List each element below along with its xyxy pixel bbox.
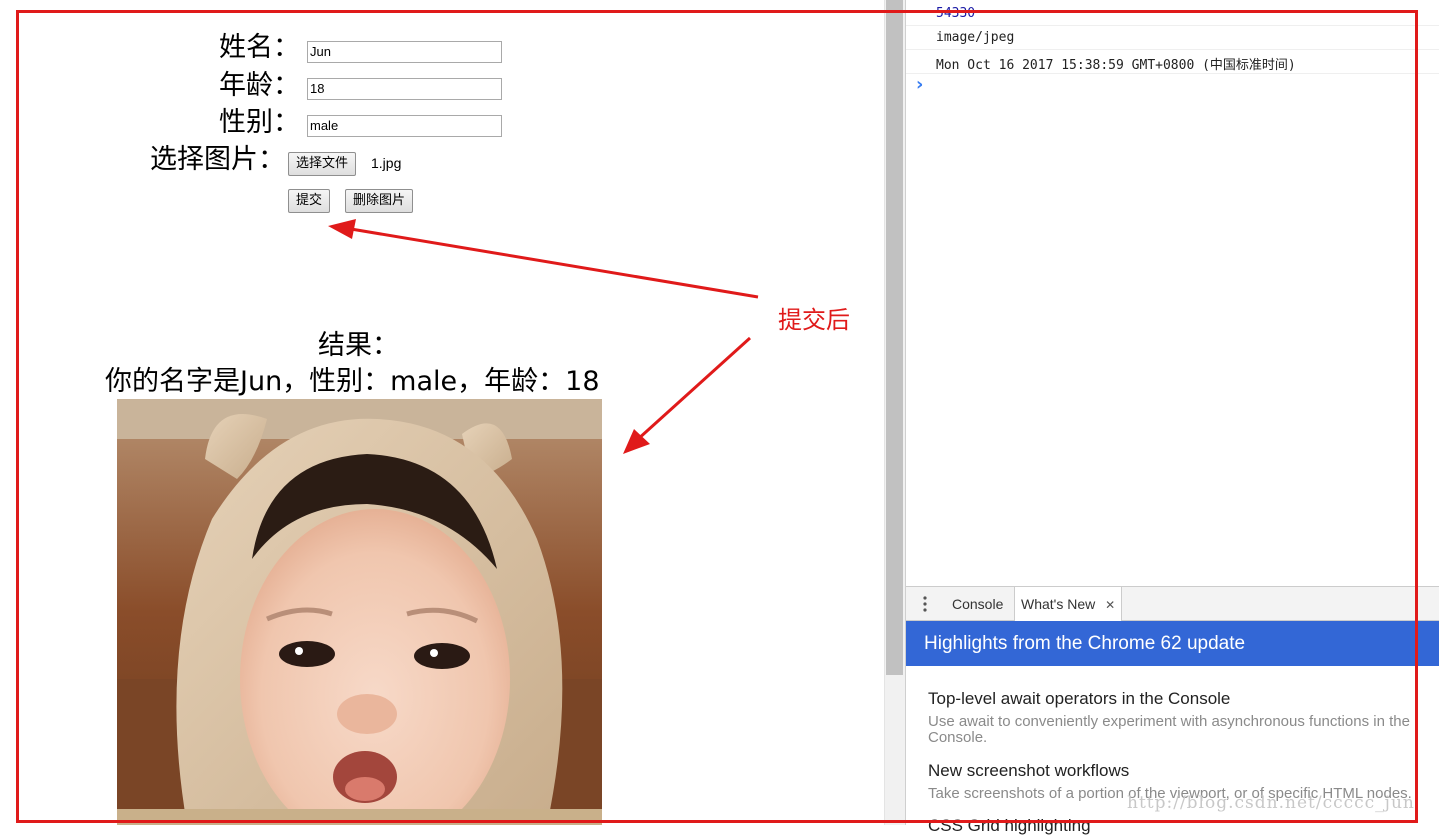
watermark-text: http://blog.csdn.net/ccccc_jun <box>1127 793 1415 813</box>
devtools-panel: 54330 image/jpeg Mon Oct 16 2017 15:38:5… <box>905 0 1439 835</box>
web-page: 姓名： Jun 年龄： 18 性别： male 选择图片： 选择文件 1.jpg… <box>0 0 884 825</box>
gender-label: 性别： <box>219 107 300 138</box>
tab-console[interactable]: Console <box>946 587 1009 621</box>
console-log-line: Mon Oct 16 2017 15:38:59 GMT+0800 (中国标准时… <box>936 58 1296 73</box>
tab-whats-new-label: What's New <box>1021 596 1096 612</box>
drawer-tabbar: Console What's New ✕ <box>906 586 1439 621</box>
file-name: 1.jpg <box>371 155 402 171</box>
log-separator <box>906 73 1439 74</box>
result-title: 结果： <box>318 330 399 361</box>
close-icon[interactable]: ✕ <box>1105 598 1115 612</box>
feature-description: Use await to conveniently experiment wit… <box>928 713 1410 746</box>
result-text: 你的名字是Jun，性别：male，年龄：18 <box>105 366 600 397</box>
age-label: 年龄： <box>219 70 300 101</box>
log-separator <box>906 25 1439 26</box>
feature-title[interactable]: Top-level await operators in the Console <box>928 689 1230 709</box>
gender-input[interactable]: male <box>307 115 502 137</box>
name-label: 姓名： <box>219 32 300 63</box>
feature-title[interactable]: New screenshot workflows <box>928 761 1129 781</box>
age-input[interactable]: 18 <box>307 78 502 100</box>
highlights-banner: Highlights from the Chrome 62 update <box>906 621 1439 666</box>
submit-button[interactable]: 提交 <box>288 189 331 213</box>
console-log-line: 54330 <box>936 6 976 21</box>
baby-photo-image <box>117 399 602 825</box>
feature-title[interactable]: CSS Grid highlighting <box>928 816 1091 836</box>
tab-whats-new[interactable]: What's New ✕ <box>1014 587 1123 621</box>
image-label: 选择图片： <box>150 144 285 175</box>
name-input[interactable]: Jun <box>307 41 502 63</box>
drawer-menu-icon[interactable] <box>923 595 927 613</box>
delete-image-button[interactable]: 删除图片 <box>345 189 414 213</box>
console-prompt-icon[interactable]: › <box>916 74 923 95</box>
uploaded-photo <box>117 399 602 825</box>
log-separator <box>906 49 1439 50</box>
choose-file-button[interactable]: 选择文件 <box>288 152 357 176</box>
page-scrollbar-thumb[interactable] <box>886 0 903 675</box>
annotation-label: 提交后 <box>778 306 850 334</box>
console-log-line: image/jpeg <box>936 30 1015 45</box>
